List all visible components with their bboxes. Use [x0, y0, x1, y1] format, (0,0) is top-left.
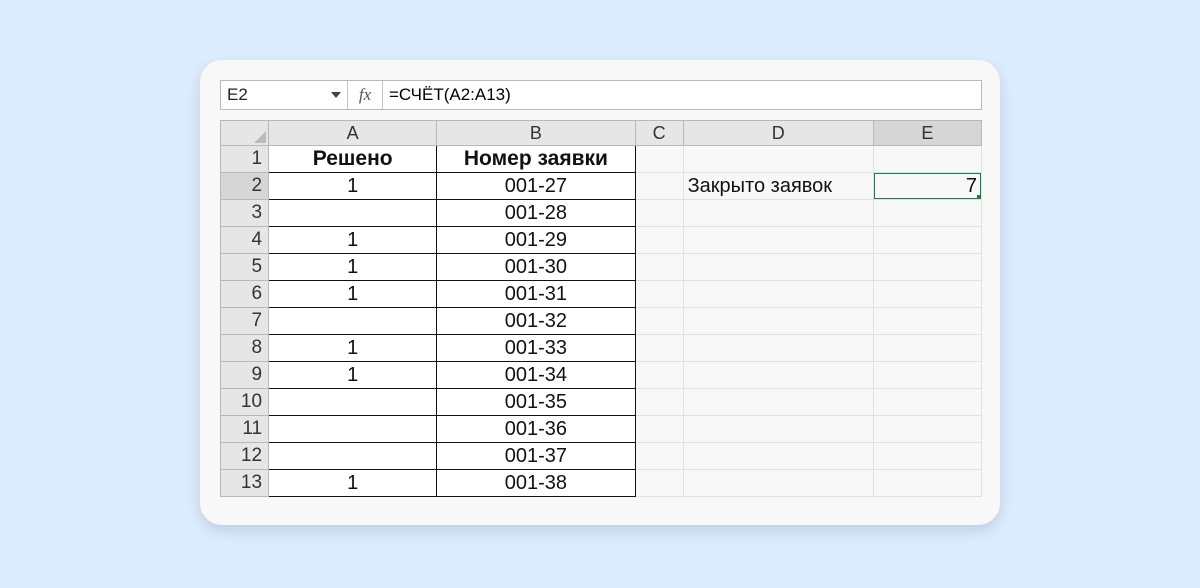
cell-C1[interactable]: [635, 146, 683, 173]
cell-B11[interactable]: 001-36: [437, 416, 635, 443]
name-box[interactable]: E2: [221, 81, 348, 109]
row-header-2[interactable]: 2: [221, 173, 269, 200]
cell-C5[interactable]: [635, 254, 683, 281]
cell-A3[interactable]: [269, 200, 437, 227]
cell-E2-value: 7: [966, 175, 977, 197]
row-header-11[interactable]: 11: [221, 416, 269, 443]
cell-C13[interactable]: [635, 470, 683, 497]
cell-D3[interactable]: [683, 200, 873, 227]
cell-C9[interactable]: [635, 362, 683, 389]
row-header-4[interactable]: 4: [221, 227, 269, 254]
cell-D2[interactable]: Закрыто заявок: [683, 173, 873, 200]
row-header-10[interactable]: 10: [221, 389, 269, 416]
cell-E1[interactable]: [873, 146, 981, 173]
cell-D4[interactable]: [683, 227, 873, 254]
select-all-corner[interactable]: [221, 121, 269, 146]
row-header-6[interactable]: 6: [221, 281, 269, 308]
cell-E8[interactable]: [873, 335, 981, 362]
cell-A9[interactable]: 1: [269, 362, 437, 389]
cell-C4[interactable]: [635, 227, 683, 254]
cell-A6[interactable]: 1: [269, 281, 437, 308]
cell-B1[interactable]: Номер заявки: [437, 146, 635, 173]
formula-bar: E2 fx: [220, 80, 982, 110]
name-box-value: E2: [227, 85, 248, 105]
row-header-8[interactable]: 8: [221, 335, 269, 362]
cell-B10[interactable]: 001-35: [437, 389, 635, 416]
cell-B7[interactable]: 001-32: [437, 308, 635, 335]
spreadsheet-panel: E2 fx A B C D E: [200, 60, 1000, 525]
cell-C6[interactable]: [635, 281, 683, 308]
cell-A2[interactable]: 1: [269, 173, 437, 200]
cell-D11[interactable]: [683, 416, 873, 443]
cell-B12[interactable]: 001-37: [437, 443, 635, 470]
cell-B9[interactable]: 001-34: [437, 362, 635, 389]
cell-B6[interactable]: 001-31: [437, 281, 635, 308]
cell-B5[interactable]: 001-30: [437, 254, 635, 281]
col-header-B[interactable]: B: [437, 121, 635, 146]
cell-D13[interactable]: [683, 470, 873, 497]
cell-C8[interactable]: [635, 335, 683, 362]
chevron-down-icon: [331, 92, 341, 98]
cell-A12[interactable]: [269, 443, 437, 470]
cell-E4[interactable]: [873, 227, 981, 254]
cell-D10[interactable]: [683, 389, 873, 416]
cell-D5[interactable]: [683, 254, 873, 281]
fill-handle[interactable]: [977, 195, 982, 200]
cell-E6[interactable]: [873, 281, 981, 308]
cell-A5[interactable]: 1: [269, 254, 437, 281]
row-header-12[interactable]: 12: [221, 443, 269, 470]
cell-D8[interactable]: [683, 335, 873, 362]
cell-C3[interactable]: [635, 200, 683, 227]
cell-B2[interactable]: 001-27: [437, 173, 635, 200]
spreadsheet-grid[interactable]: A B C D E 1 Решено Номер заявки: [220, 120, 982, 525]
cell-D12[interactable]: [683, 443, 873, 470]
cell-D6[interactable]: [683, 281, 873, 308]
cell-C2[interactable]: [635, 173, 683, 200]
row-header-3[interactable]: 3: [221, 200, 269, 227]
cell-D7[interactable]: [683, 308, 873, 335]
col-header-C[interactable]: C: [635, 121, 683, 146]
cell-A10[interactable]: [269, 389, 437, 416]
cell-E11[interactable]: [873, 416, 981, 443]
row-header-9[interactable]: 9: [221, 362, 269, 389]
row-header-7[interactable]: 7: [221, 308, 269, 335]
cell-A8[interactable]: 1: [269, 335, 437, 362]
row-header-1[interactable]: 1: [221, 146, 269, 173]
row-header-5[interactable]: 5: [221, 254, 269, 281]
cell-B8[interactable]: 001-33: [437, 335, 635, 362]
cell-A7[interactable]: [269, 308, 437, 335]
cell-A4[interactable]: 1: [269, 227, 437, 254]
col-header-D[interactable]: D: [683, 121, 873, 146]
col-header-E[interactable]: E: [873, 121, 981, 146]
cell-E10[interactable]: [873, 389, 981, 416]
cell-E5[interactable]: [873, 254, 981, 281]
cell-A1[interactable]: Решено: [269, 146, 437, 173]
cell-E13[interactable]: [873, 470, 981, 497]
cell-A11[interactable]: [269, 416, 437, 443]
cell-A13[interactable]: 1: [269, 470, 437, 497]
cell-C12[interactable]: [635, 443, 683, 470]
cell-D9[interactable]: [683, 362, 873, 389]
row-header-13[interactable]: 13: [221, 470, 269, 497]
cell-B3[interactable]: 001-28: [437, 200, 635, 227]
cell-C10[interactable]: [635, 389, 683, 416]
cell-C7[interactable]: [635, 308, 683, 335]
cell-C11[interactable]: [635, 416, 683, 443]
cell-E9[interactable]: [873, 362, 981, 389]
formula-input[interactable]: [383, 81, 981, 109]
cell-E12[interactable]: [873, 443, 981, 470]
cell-E3[interactable]: [873, 200, 981, 227]
cell-D1[interactable]: [683, 146, 873, 173]
fx-icon[interactable]: fx: [348, 81, 383, 109]
cell-B13[interactable]: 001-38: [437, 470, 635, 497]
col-header-A[interactable]: A: [269, 121, 437, 146]
cell-E2[interactable]: 7: [873, 173, 981, 200]
cell-B4[interactable]: 001-29: [437, 227, 635, 254]
cell-E7[interactable]: [873, 308, 981, 335]
